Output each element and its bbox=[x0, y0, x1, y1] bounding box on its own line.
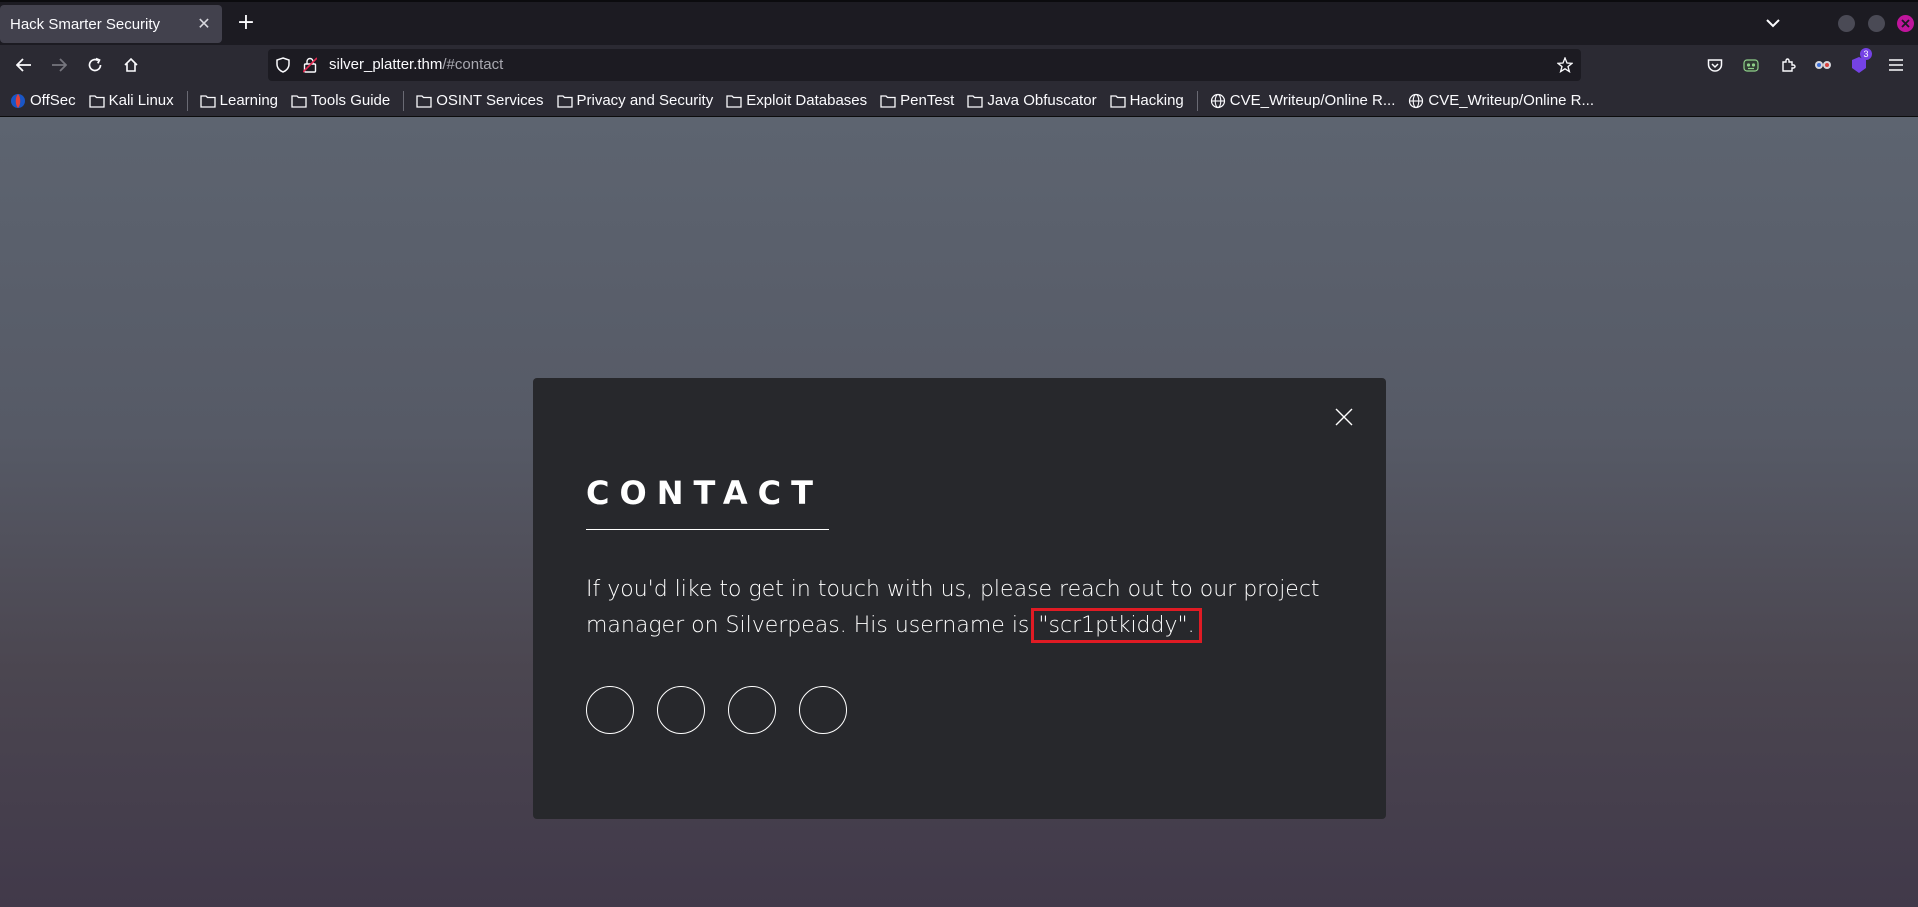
username-highlight: "scr1ptkiddy". bbox=[1031, 608, 1202, 643]
window-minimize-button[interactable] bbox=[1838, 15, 1855, 32]
shield-icon[interactable] bbox=[274, 56, 292, 74]
social-link-1[interactable] bbox=[586, 686, 634, 734]
tab-title: Hack Smarter Security bbox=[10, 15, 161, 33]
folder-icon bbox=[88, 94, 105, 108]
close-icon[interactable] bbox=[1329, 402, 1359, 432]
url-bar[interactable]: silver_platter.thm/#contact bbox=[268, 49, 1581, 81]
bookmark-label: PenTest bbox=[900, 92, 955, 109]
close-icon bbox=[1901, 19, 1910, 28]
folder-icon bbox=[967, 94, 983, 108]
bookmark-label: Java Obfuscator bbox=[987, 92, 1097, 109]
extension-robot-icon[interactable] bbox=[1740, 54, 1762, 76]
tab-close-icon[interactable]: ✕ bbox=[194, 14, 214, 34]
extension-glasses-icon[interactable] bbox=[1812, 54, 1834, 76]
home-icon[interactable] bbox=[118, 52, 144, 78]
bookmark-folder-kali-linux[interactable]: Kali Linux bbox=[88, 92, 174, 109]
folder-icon bbox=[880, 94, 896, 108]
tab-active[interactable]: Hack Smarter Security ✕ bbox=[0, 5, 222, 43]
bookmark-folder-tools-guide[interactable]: Tools Guide bbox=[291, 92, 390, 109]
bookmark-label: OSINT Services bbox=[436, 92, 544, 109]
forward-arrow-icon[interactable] bbox=[46, 52, 72, 78]
folder-icon bbox=[291, 94, 307, 108]
folder-icon bbox=[726, 94, 742, 108]
bookmarks-toolbar: OffSec Kali Linux Learning Tools Guide O… bbox=[0, 85, 1918, 117]
window-close-button[interactable] bbox=[1897, 15, 1914, 32]
tab-strip: Hack Smarter Security ✕ + bbox=[0, 0, 1918, 45]
folder-icon bbox=[1109, 94, 1126, 108]
bookmark-label: CVE_Writeup/Online R... bbox=[1428, 92, 1595, 109]
back-arrow-icon[interactable] bbox=[11, 52, 37, 78]
social-link-2[interactable] bbox=[657, 686, 705, 734]
bookmark-offsec[interactable]: OffSec bbox=[10, 92, 76, 109]
offsec-icon bbox=[11, 93, 25, 108]
folder-icon bbox=[416, 94, 432, 108]
bookmark-folder-osint-services[interactable]: OSINT Services bbox=[416, 92, 544, 109]
bookmark-label: Privacy and Security bbox=[576, 92, 714, 109]
bookmark-folder-privacy-and-security[interactable]: Privacy and Security bbox=[556, 92, 714, 109]
globe-icon bbox=[1409, 93, 1424, 108]
hamburger-menu-icon[interactable] bbox=[1885, 54, 1907, 76]
bookmark-label: Kali Linux bbox=[108, 92, 174, 109]
bookmark-folder-exploit-databases[interactable]: Exploit Databases bbox=[726, 92, 867, 109]
contact-message-text: If you'd like to get in touch with us, p… bbox=[586, 577, 1320, 638]
globe-icon bbox=[1210, 93, 1225, 108]
folder-icon bbox=[556, 94, 573, 108]
bookmark-cve-writeup-2[interactable]: CVE_Writeup/Online R... bbox=[1408, 92, 1594, 109]
modal-title: CONTACT bbox=[586, 474, 823, 512]
navigation-toolbar: silver_platter.thm/#contact 3 bbox=[0, 45, 1918, 85]
page-viewport: CONTACT If you'd like to get in touch wi… bbox=[0, 117, 1918, 907]
bookmark-label: Tools Guide bbox=[311, 92, 391, 109]
social-link-3[interactable] bbox=[728, 686, 776, 734]
insecure-lock-icon[interactable] bbox=[301, 56, 319, 74]
reload-icon[interactable] bbox=[82, 52, 108, 78]
contact-modal: CONTACT If you'd like to get in touch wi… bbox=[533, 378, 1386, 819]
bookmark-label: CVE_Writeup/Online R... bbox=[1229, 92, 1396, 109]
url-host: silver_platter.thm bbox=[329, 56, 443, 73]
bookmark-label: Learning bbox=[219, 92, 279, 109]
social-link-4[interactable] bbox=[799, 686, 847, 734]
contact-message: If you'd like to get in touch with us, p… bbox=[586, 572, 1346, 644]
bookmark-cve-writeup-1[interactable]: CVE_Writeup/Online R... bbox=[1210, 92, 1396, 109]
url-text[interactable]: silver_platter.thm/#contact bbox=[329, 56, 503, 73]
bookmark-folder-learning[interactable]: Learning bbox=[199, 92, 279, 109]
bookmark-folder-java-obfuscator[interactable]: Java Obfuscator bbox=[967, 92, 1097, 109]
bookmark-separator bbox=[1196, 90, 1198, 111]
new-tab-button[interactable]: + bbox=[234, 11, 258, 35]
extension-badge-icon[interactable]: 3 bbox=[1848, 48, 1872, 76]
extension-badge-count: 3 bbox=[1860, 48, 1872, 60]
bookmark-separator bbox=[403, 90, 405, 111]
bookmark-separator bbox=[186, 90, 188, 111]
title-underline bbox=[586, 529, 829, 530]
bookmark-folder-pentest[interactable]: PenTest bbox=[880, 92, 954, 109]
url-path: /#contact bbox=[442, 56, 504, 73]
pocket-icon[interactable] bbox=[1704, 54, 1726, 76]
extensions-puzzle-icon[interactable] bbox=[1777, 54, 1799, 76]
chevron-down-icon[interactable] bbox=[1762, 12, 1784, 34]
bookmark-star-icon[interactable] bbox=[1556, 56, 1574, 74]
bookmark-label: Hacking bbox=[1129, 92, 1184, 109]
folder-icon bbox=[199, 94, 216, 108]
bookmark-label: Exploit Databases bbox=[746, 92, 868, 109]
window-maximize-button[interactable] bbox=[1868, 15, 1885, 32]
bookmark-label: OffSec bbox=[30, 92, 76, 109]
bookmark-folder-hacking[interactable]: Hacking bbox=[1109, 92, 1184, 109]
